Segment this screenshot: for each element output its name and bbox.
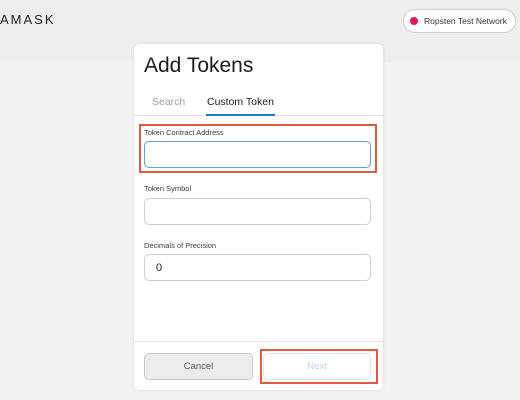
token-tabs: Search Custom Token [134, 95, 383, 116]
footer-divider [134, 341, 383, 342]
tab-custom-token[interactable]: Custom Token [206, 95, 275, 116]
network-status-dot-icon [410, 17, 418, 25]
decimals-input[interactable] [144, 254, 371, 281]
contract-address-input[interactable] [144, 141, 371, 168]
decimals-label: Decimals of Precision [144, 241, 217, 250]
network-selector[interactable]: Ropsten Test Network [403, 9, 516, 33]
token-symbol-label: Token Symbol [144, 184, 192, 193]
contract-address-label: Token Contract Address [144, 128, 224, 137]
cancel-button[interactable]: Cancel [144, 353, 253, 380]
app-logo[interactable]: AMASK [0, 12, 56, 27]
network-label: Ropsten Test Network [424, 16, 507, 26]
page-title: Add Tokens [144, 54, 254, 77]
tab-search[interactable]: Search [152, 95, 185, 114]
next-button[interactable]: Next [263, 353, 371, 380]
token-symbol-input[interactable] [144, 198, 371, 225]
add-tokens-dialog: Add Tokens Search Custom Token Token Con… [134, 44, 383, 390]
